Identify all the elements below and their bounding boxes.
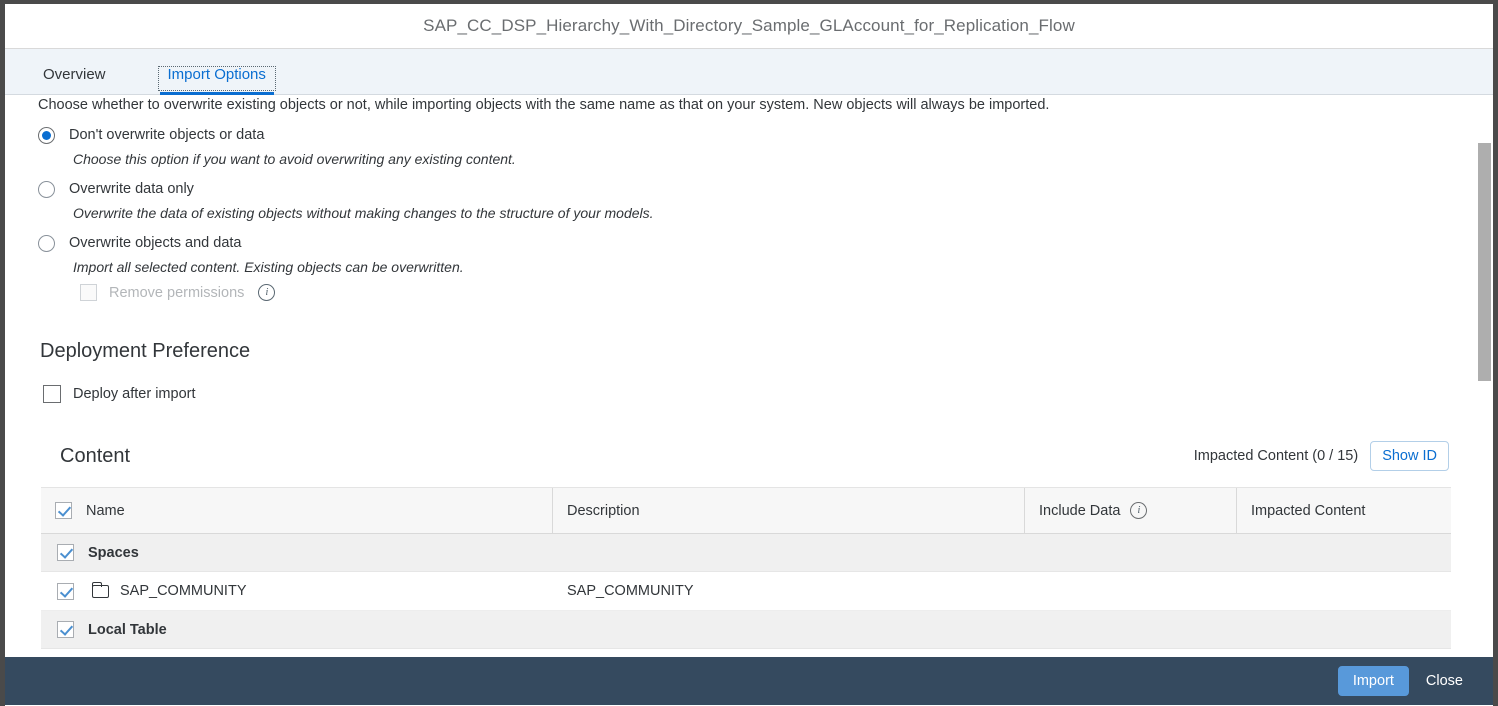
content-title: Content: [60, 444, 131, 467]
vertical-scrollbar-thumb[interactable]: [1478, 143, 1491, 381]
row-name-cell: Local Table: [41, 621, 553, 638]
import-button[interactable]: Import: [1337, 666, 1409, 696]
close-button[interactable]: Close: [1415, 666, 1474, 696]
column-header-name: Name: [41, 488, 553, 533]
column-header-description: Description: [553, 488, 1025, 533]
radio-dont-overwrite-label: Don't overwrite objects or data: [69, 127, 265, 143]
remove-permissions-checkbox: [80, 284, 97, 301]
column-header-impacted-content-label: Impacted Content: [1251, 502, 1366, 519]
column-header-include-data-label: Include Data: [1039, 502, 1121, 519]
radio-overwrite-objects-and-data[interactable]: Overwrite objects and data: [38, 230, 654, 256]
remove-permissions-row: Remove permissions i: [80, 284, 654, 301]
radio-overwrite-objects-and-data-icon: [38, 234, 55, 252]
row-name-cell: Spaces: [41, 544, 553, 561]
remove-permissions-label: Remove permissions: [109, 284, 245, 301]
radio-overwrite-objects-and-data-hint: Import all selected content. Existing ob…: [73, 259, 464, 275]
dialog-body: Choose whether to overwrite existing obj…: [5, 95, 1493, 657]
column-header-impacted-content: Impacted Content: [1237, 503, 1451, 519]
table-header-row: Name Description Include Data i Impacted…: [41, 488, 1451, 534]
radio-overwrite-objects-and-data-label: Overwrite objects and data: [69, 235, 242, 251]
table-row[interactable]: SAP_COMMUNITY SAP_COMMUNITY: [41, 572, 1451, 611]
content-table: Name Description Include Data i Impacted…: [41, 487, 1451, 649]
row-checkbox[interactable]: [57, 621, 74, 638]
content-panel: Content Impacted Content (0 / 15) Show I…: [5, 425, 1451, 649]
radio-overwrite-data-only-label: Overwrite data only: [69, 181, 194, 197]
row-name-label: Local Table: [88, 621, 167, 638]
show-id-button[interactable]: Show ID: [1370, 441, 1449, 471]
row-name-cell: SAP_COMMUNITY: [41, 581, 553, 600]
row-description-cell: SAP_COMMUNITY: [567, 583, 694, 599]
column-header-include-data: Include Data i: [1025, 488, 1237, 533]
deploy-after-import-checkbox[interactable]: [43, 385, 61, 403]
row-checkbox[interactable]: [57, 544, 74, 561]
column-header-description-label: Description: [567, 502, 640, 519]
include-data-info-icon[interactable]: i: [1130, 502, 1148, 519]
radio-dont-overwrite[interactable]: Don't overwrite objects or data: [38, 122, 654, 148]
content-header: Content Impacted Content (0 / 15) Show I…: [5, 425, 1451, 487]
row-name-label: Spaces: [88, 544, 139, 561]
import-dialog: SAP_CC_DSP_Hierarchy_With_Directory_Samp…: [0, 0, 1498, 706]
row-checkbox[interactable]: [57, 582, 74, 600]
overwrite-radio-group: Don't overwrite objects or data Choose t…: [38, 122, 654, 301]
tab-overview[interactable]: Overview: [33, 66, 116, 94]
impacted-content-summary: Impacted Content (0 / 15): [1193, 448, 1359, 464]
radio-dont-overwrite-hint: Choose this option if you want to avoid …: [73, 151, 516, 167]
tab-import-options[interactable]: Import Options: [157, 66, 276, 95]
radio-overwrite-data-only[interactable]: Overwrite data only: [38, 176, 654, 202]
vertical-scrollbar[interactable]: [1476, 95, 1493, 657]
dialog-titlebar: SAP_CC_DSP_Hierarchy_With_Directory_Samp…: [5, 4, 1493, 49]
folder-icon: [91, 581, 109, 598]
table-row[interactable]: Local Table: [41, 611, 1451, 649]
radio-overwrite-data-only-hint: Overwrite the data of existing objects w…: [73, 205, 654, 221]
remove-permissions-info-icon[interactable]: i: [258, 284, 276, 301]
dialog-footer: Import Close: [5, 657, 1493, 705]
content-header-actions: Impacted Content (0 / 15) Show ID: [1194, 441, 1451, 471]
select-all-checkbox[interactable]: [55, 502, 72, 519]
deploy-after-import-row[interactable]: Deploy after import: [43, 385, 196, 403]
page-title: SAP_CC_DSP_Hierarchy_With_Directory_Samp…: [423, 16, 1075, 35]
radio-dont-overwrite-icon: [38, 126, 55, 144]
column-header-name-label: Name: [86, 502, 125, 519]
import-options-intro: Choose whether to overwrite existing obj…: [38, 97, 1050, 113]
tab-strip: Overview Import Options: [5, 49, 1493, 95]
deploy-after-import-label: Deploy after import: [73, 386, 196, 402]
deployment-preference-heading: Deployment Preference: [40, 340, 251, 362]
radio-overwrite-data-only-icon: [38, 180, 55, 198]
table-row[interactable]: Spaces: [41, 534, 1451, 572]
row-name-label: SAP_COMMUNITY: [120, 583, 247, 599]
